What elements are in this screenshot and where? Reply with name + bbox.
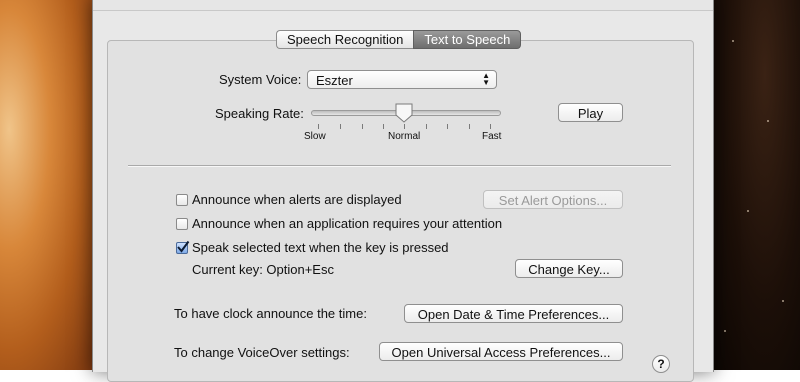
speak-selected-text-checkbox[interactable] [176, 240, 190, 254]
rate-tick [490, 124, 491, 129]
speaking-rate-label: Speaking Rate: [215, 106, 304, 121]
rate-tick [447, 124, 448, 129]
desktop-background-right [712, 0, 800, 370]
rate-fast-label: Fast [482, 131, 502, 142]
announce-app-attention-label: Announce when an application requires yo… [192, 216, 503, 231]
rate-tick [383, 124, 384, 129]
rate-normal-label: Normal [388, 131, 421, 142]
star [724, 330, 726, 332]
system-voice-label: System Voice: [219, 72, 302, 87]
tab-speech-recognition[interactable]: Speech Recognition [276, 30, 414, 49]
speak-selected-text-label: Speak selected text when the key is pres… [192, 240, 449, 255]
star [782, 300, 784, 302]
section-divider [128, 165, 671, 167]
announce-alerts-checkbox[interactable] [176, 194, 188, 206]
set-alert-options-button[interactable]: Set Alert Options... [483, 190, 623, 209]
clock-announce-label: To have clock announce the time: [174, 306, 367, 321]
announce-app-attention-checkbox[interactable] [176, 218, 188, 230]
rate-tick [318, 124, 319, 129]
change-key-button[interactable]: Change Key... [515, 259, 623, 278]
rate-tick [362, 124, 363, 129]
system-voice-popup[interactable]: Eszter ▲ ▼ [307, 70, 497, 89]
tab-bar: Speech Recognition Text to Speech [276, 30, 522, 49]
toolbar-edge [93, 0, 713, 11]
voiceover-settings-label: To change VoiceOver settings: [174, 345, 350, 360]
rate-tick [404, 124, 405, 129]
help-button[interactable]: ? [652, 355, 670, 373]
open-universal-access-preferences-button[interactable]: Open Universal Access Preferences... [379, 342, 623, 361]
star [747, 210, 749, 212]
star [732, 40, 734, 42]
speaking-rate-slider-thumb[interactable] [395, 103, 413, 123]
open-date-time-preferences-button[interactable]: Open Date & Time Preferences... [404, 304, 623, 323]
tab-content-panel [107, 40, 694, 382]
play-button[interactable]: Play [558, 103, 623, 122]
checkmark-icon [177, 240, 190, 253]
system-voice-value: Eszter [316, 73, 353, 88]
popup-arrows-icon: ▲ ▼ [482, 71, 490, 87]
current-key-label: Current key: Option+Esc [192, 262, 334, 277]
star [767, 120, 769, 122]
desktop-background-left [0, 0, 92, 370]
rate-tick [426, 124, 427, 129]
rate-slow-label: Slow [304, 131, 326, 142]
rate-tick [340, 124, 341, 129]
tab-text-to-speech[interactable]: Text to Speech [413, 30, 522, 49]
announce-alerts-label: Announce when alerts are displayed [192, 192, 402, 207]
rate-tick [469, 124, 470, 129]
